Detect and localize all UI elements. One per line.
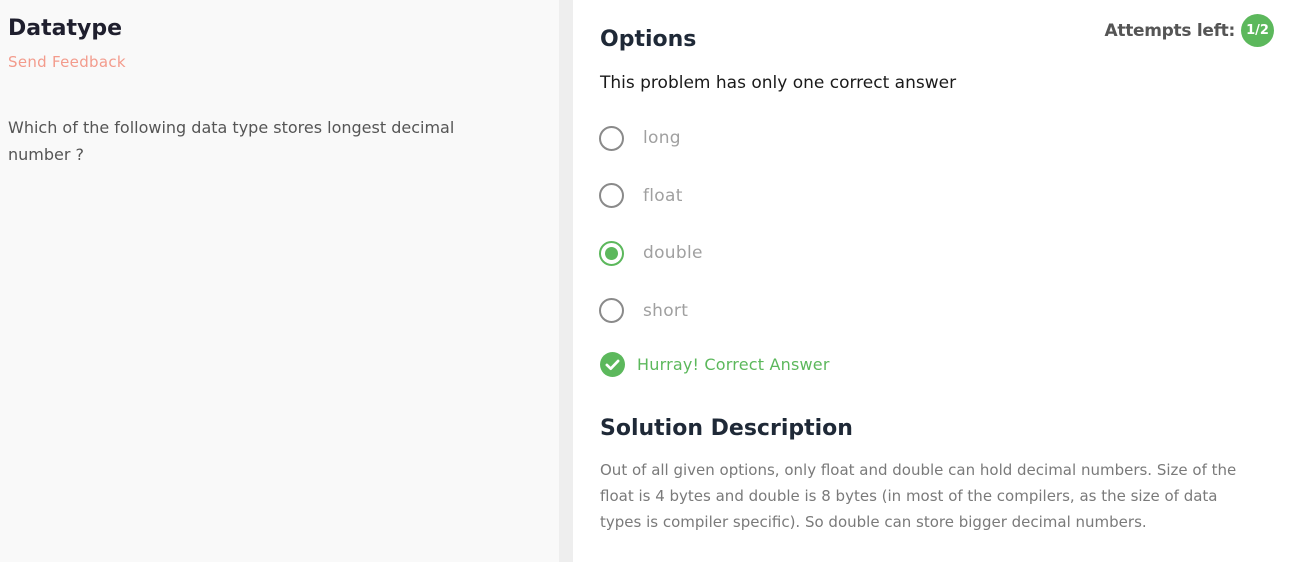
- option-label: long: [643, 128, 681, 148]
- radio-button[interactable]: [599, 298, 624, 323]
- radio-button[interactable]: [599, 125, 624, 151]
- problem-page: Datatype Send Feedback Which of the foll…: [0, 0, 1292, 562]
- solution-heading: Solution Description: [600, 416, 853, 441]
- panel-divider[interactable]: [559, 0, 573, 562]
- answer-instructions: This problem has only one correct answer: [600, 73, 957, 93]
- option-float[interactable]: float: [599, 181, 703, 211]
- problem-title: Datatype: [8, 16, 122, 41]
- attempts-label: Attempts left:: [1104, 20, 1236, 41]
- attempts-indicator: Attempts left: 1/2: [1105, 14, 1274, 47]
- attempts-badge: 1/2: [1241, 14, 1274, 47]
- option-label: short: [643, 300, 689, 321]
- option-double[interactable]: double: [599, 238, 703, 268]
- options-heading: Options: [600, 27, 697, 52]
- correct-answer-message: Hurray! Correct Answer: [637, 355, 830, 374]
- option-short[interactable]: short: [599, 296, 703, 326]
- problem-statement-panel: Datatype Send Feedback Which of the foll…: [0, 0, 559, 562]
- send-feedback-link[interactable]: Send Feedback: [8, 52, 126, 72]
- options-panel: Options Attempts left: 1/2 This problem …: [573, 0, 1292, 562]
- check-circle-icon: [600, 352, 625, 377]
- option-list: long float double short: [599, 123, 703, 353]
- solution-text: Out of all given options, only float and…: [600, 461, 1237, 531]
- question-text: Which of the following data type stores …: [8, 118, 455, 164]
- option-long[interactable]: long: [599, 123, 703, 153]
- answer-feedback: Hurray! Correct Answer: [600, 352, 830, 377]
- radio-selected-dot: [605, 246, 618, 260]
- option-label: float: [643, 185, 683, 206]
- radio-button[interactable]: [599, 183, 624, 208]
- radio-button-selected[interactable]: [599, 240, 624, 266]
- option-label: double: [643, 243, 703, 263]
